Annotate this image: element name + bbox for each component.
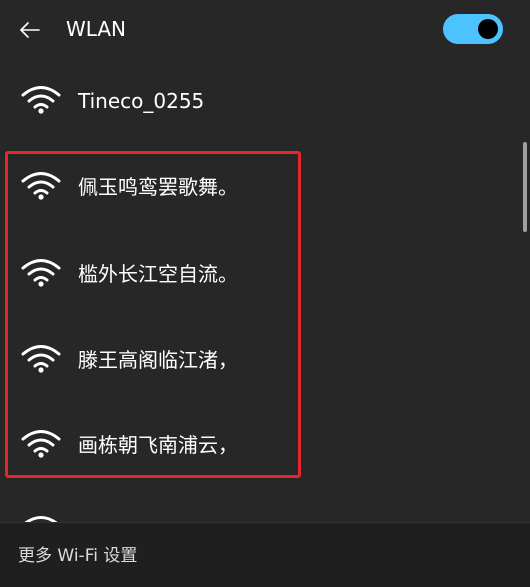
page-title: WLAN bbox=[66, 17, 127, 41]
flyout-header: WLAN bbox=[0, 0, 530, 58]
network-item[interactable] bbox=[0, 488, 510, 522]
network-name: Tineco_0255 bbox=[78, 89, 205, 113]
back-button[interactable] bbox=[14, 14, 46, 46]
wifi-signal-icon bbox=[21, 259, 61, 287]
network-name: 槛外长江空自流。 bbox=[78, 262, 238, 286]
network-item[interactable]: 佩玉鸣鸾罢歌舞。 bbox=[0, 144, 510, 224]
back-arrow-icon bbox=[20, 22, 40, 38]
network-name: 佩玉鸣鸾罢歌舞。 bbox=[78, 175, 238, 199]
wifi-toggle[interactable] bbox=[443, 14, 503, 44]
more-wifi-settings-link[interactable]: 更多 Wi-Fi 设置 bbox=[18, 545, 137, 567]
wifi-signal-icon bbox=[21, 345, 61, 373]
network-name: 画栋朝飞南浦云， bbox=[78, 433, 238, 457]
network-item[interactable]: Tineco_0255 bbox=[0, 58, 510, 138]
network-list: Tineco_0255 佩玉鸣鸾罢歌舞。 槛外长江空自流。 滕王高阁临江渚， 画… bbox=[0, 58, 530, 522]
network-item[interactable]: 槛外长江空自流。 bbox=[0, 231, 510, 311]
wifi-signal-icon bbox=[21, 86, 61, 114]
wifi-signal-icon bbox=[21, 172, 61, 200]
wifi-signal-icon bbox=[21, 430, 61, 458]
wifi-signal-icon bbox=[24, 516, 58, 522]
scrollbar-thumb[interactable] bbox=[523, 142, 527, 232]
flyout-footer: 更多 Wi-Fi 设置 bbox=[0, 522, 530, 587]
network-item[interactable]: 滕王高阁临江渚， bbox=[0, 317, 510, 397]
network-item[interactable]: 画栋朝飞南浦云， bbox=[0, 402, 510, 482]
toggle-knob bbox=[478, 19, 498, 39]
network-name: 滕王高阁临江渚， bbox=[78, 348, 238, 372]
